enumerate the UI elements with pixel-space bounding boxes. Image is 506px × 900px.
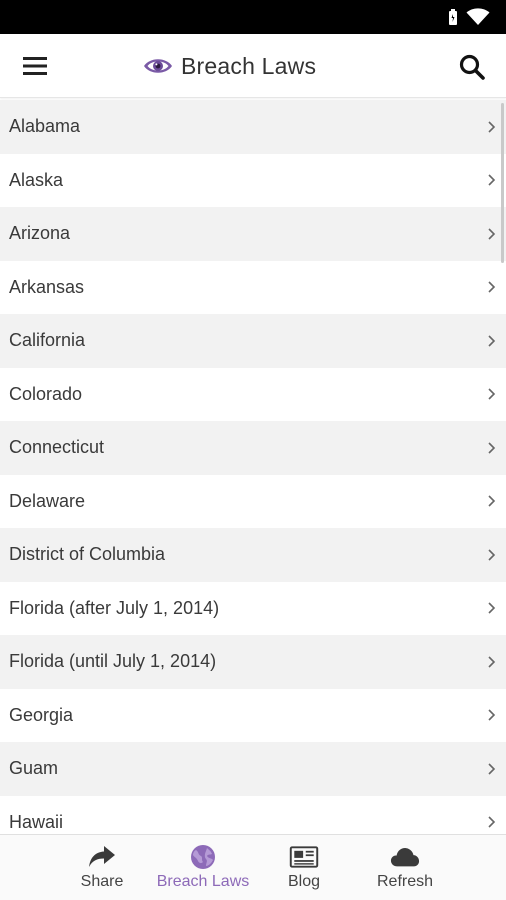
menu-button[interactable]: [18, 51, 52, 81]
chevron-right-icon: [488, 816, 496, 828]
list-item-label: Hawaii: [9, 811, 64, 832]
app-title: Breach Laws: [143, 50, 316, 82]
chevron-right-icon: [488, 442, 496, 454]
cloud-icon: [390, 848, 420, 867]
list-item-label: District of Columbia: [9, 544, 166, 565]
eye-icon: [144, 59, 172, 73]
bottom-navigation: Share Breach Laws Blog Refresh: [0, 834, 506, 900]
chevron-right-icon: [488, 763, 496, 775]
state-list: Alabama Alaska Arizona Arkansas Californ…: [0, 100, 506, 834]
list-item[interactable]: Hawaii: [0, 795, 506, 834]
list-item-label: Georgia: [9, 704, 74, 725]
hamburger-icon: [23, 57, 47, 75]
battery-icon: [449, 9, 457, 25]
nav-share[interactable]: Share: [47, 835, 157, 900]
list-item-label: Florida (until July 1, 2014): [9, 651, 217, 672]
list-item[interactable]: Alabama: [0, 100, 506, 154]
list-item-label: Arkansas: [9, 276, 85, 297]
list-item-label: Delaware: [9, 490, 86, 511]
app-bar: Breach Laws: [0, 34, 506, 98]
newspaper-icon: [289, 846, 319, 868]
chevron-right-icon: [488, 709, 496, 721]
status-bar: [0, 0, 506, 34]
chevron-right-icon: [488, 228, 496, 240]
list-item[interactable]: Florida (until July 1, 2014): [0, 635, 506, 689]
list-item[interactable]: Georgia: [0, 688, 506, 742]
list-item-label: Alaska: [9, 169, 64, 190]
nav-label: Refresh: [376, 873, 434, 890]
nav-refresh[interactable]: Refresh: [350, 835, 460, 900]
list-item-label: California: [9, 330, 86, 351]
list-item[interactable]: Guam: [0, 742, 506, 796]
search-icon: [459, 54, 485, 80]
chevron-right-icon: [488, 174, 496, 186]
share-icon: [89, 846, 115, 867]
chevron-right-icon: [488, 281, 496, 293]
nav-label: Share: [80, 873, 124, 890]
list-item[interactable]: Delaware: [0, 474, 506, 528]
globe-icon: [191, 845, 215, 869]
chevron-right-icon: [488, 602, 496, 614]
list-item[interactable]: Connecticut: [0, 421, 506, 475]
scrollbar[interactable]: [501, 103, 504, 263]
page-title: Breach Laws: [181, 52, 317, 79]
chevron-right-icon: [488, 549, 496, 561]
chevron-right-icon: [488, 495, 496, 507]
list-item-label: Alabama: [9, 116, 81, 137]
nav-blog[interactable]: Blog: [249, 835, 359, 900]
list-item-label: Arizona: [9, 223, 71, 244]
list-item-label: Colorado: [9, 383, 83, 404]
chevron-right-icon: [488, 656, 496, 668]
list-item[interactable]: Colorado: [0, 367, 506, 421]
list-item[interactable]: California: [0, 314, 506, 368]
list-item[interactable]: Arkansas: [0, 260, 506, 314]
nav-breach-laws[interactable]: Breach Laws: [148, 835, 258, 900]
list-item-label: Connecticut: [9, 437, 105, 458]
search-button[interactable]: [456, 51, 488, 83]
list-item[interactable]: Alaska: [0, 153, 506, 207]
list-item-label: Florida (after July 1, 2014): [9, 597, 220, 618]
chevron-right-icon: [488, 121, 496, 133]
list-item[interactable]: Florida (after July 1, 2014): [0, 581, 506, 635]
wifi-icon: [466, 8, 490, 25]
chevron-right-icon: [488, 388, 496, 400]
list-item[interactable]: District of Columbia: [0, 528, 506, 582]
nav-label: Breach Laws: [156, 873, 250, 890]
list-item[interactable]: Arizona: [0, 207, 506, 261]
chevron-right-icon: [488, 335, 496, 347]
list-item-label: Guam: [9, 758, 59, 779]
nav-label: Blog: [287, 873, 321, 890]
